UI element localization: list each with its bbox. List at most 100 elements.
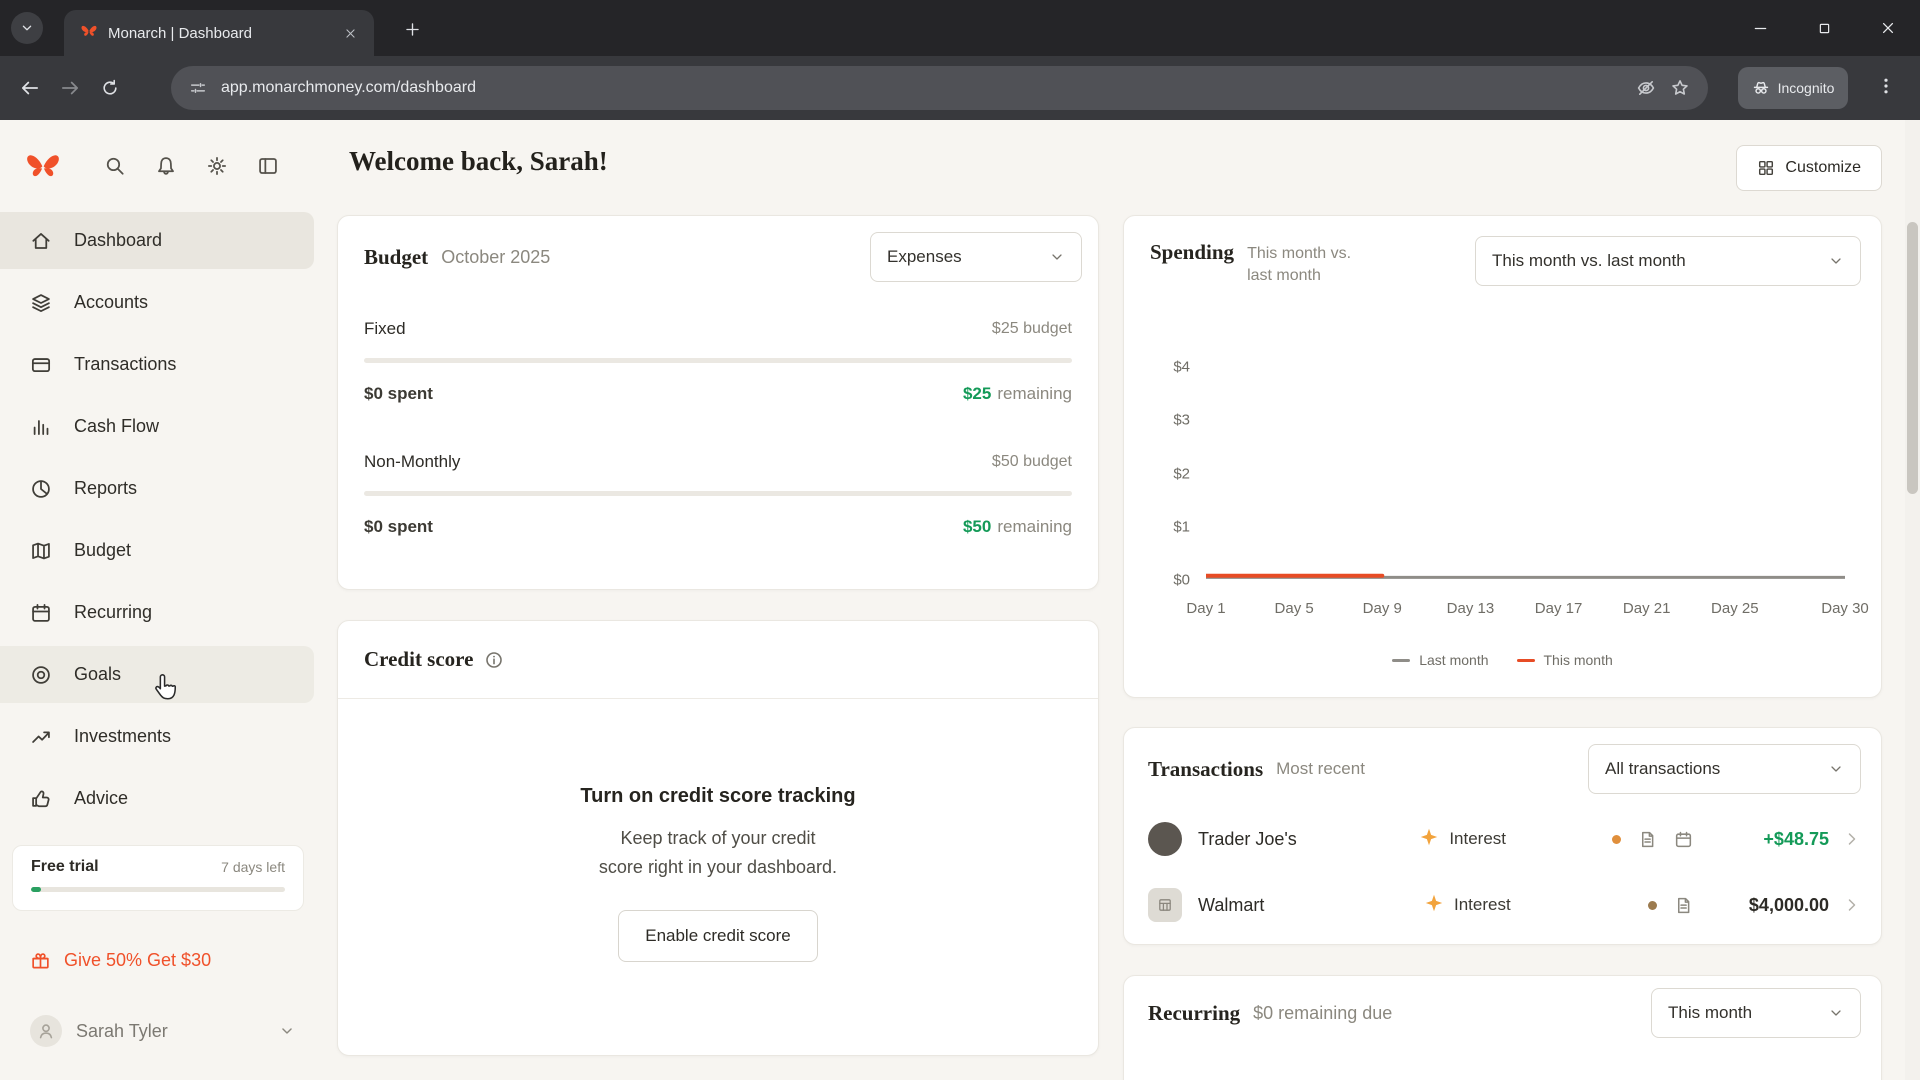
browser-tab[interactable]: Monarch | Dashboard bbox=[64, 10, 374, 56]
budget-filter-dropdown[interactable]: Expenses bbox=[870, 232, 1082, 282]
spending-subtitle: This month vs. last month bbox=[1247, 240, 1351, 288]
txn-category[interactable]: Interest bbox=[1419, 827, 1612, 852]
transactions-filter-dropdown[interactable]: All transactions bbox=[1588, 744, 1861, 794]
sidebar-item-transactions[interactable]: Transactions bbox=[0, 336, 314, 393]
legend-swatch bbox=[1517, 659, 1535, 662]
x-tick-label: Day 21 bbox=[1623, 600, 1671, 617]
spending-chart: $4$3$2$1$0 bbox=[1150, 367, 1845, 580]
layers-icon bbox=[30, 292, 52, 314]
credit-description-line2: score right in your dashboard. bbox=[338, 853, 1098, 882]
sidebar-toggle-icon[interactable] bbox=[257, 155, 279, 177]
receipt-icon[interactable] bbox=[1674, 896, 1693, 915]
budget-filter-label: Expenses bbox=[887, 247, 962, 267]
back-button[interactable] bbox=[10, 68, 50, 108]
minimize-button[interactable] bbox=[1728, 0, 1792, 56]
budget-group-non-monthly[interactable]: Non-Monthly $50 budget $0 spent $50remai… bbox=[338, 451, 1098, 538]
recurring-card: Recurring $0 remaining due This month bbox=[1123, 975, 1882, 1080]
close-button[interactable] bbox=[1856, 0, 1920, 56]
scrollbar-thumb[interactable] bbox=[1907, 222, 1918, 494]
sidebar-item-budget[interactable]: Budget bbox=[0, 522, 314, 579]
spending-range-dropdown[interactable]: This month vs. last month bbox=[1475, 236, 1861, 286]
y-tick-label: $4 bbox=[1173, 359, 1190, 376]
referral-promo-link[interactable]: Give 50% Get $30 bbox=[30, 950, 211, 971]
chevron-right-icon[interactable] bbox=[1843, 896, 1861, 914]
bell-icon[interactable] bbox=[155, 155, 177, 177]
budget-remaining-label: remaining bbox=[997, 517, 1072, 536]
sidebar-item-label: Accounts bbox=[74, 292, 148, 313]
budget-group-fixed[interactable]: Fixed $25 budget $0 spent $25remaining bbox=[338, 318, 1098, 405]
bookmark-star-icon[interactable] bbox=[1670, 78, 1690, 98]
spending-subtitle-line1: This month vs. bbox=[1247, 243, 1351, 265]
sidebar-item-accounts[interactable]: Accounts bbox=[0, 274, 314, 331]
sidebar-item-investments[interactable]: Investments bbox=[0, 708, 314, 765]
x-tick-label: Day 5 bbox=[1275, 600, 1314, 617]
home-icon bbox=[30, 230, 52, 252]
recurring-subtitle: $0 remaining due bbox=[1253, 1003, 1392, 1024]
eye-off-icon[interactable] bbox=[1636, 78, 1656, 98]
tab-search-button[interactable] bbox=[11, 12, 43, 44]
maximize-button[interactable] bbox=[1792, 0, 1856, 56]
calendar-icon bbox=[30, 602, 52, 624]
map-icon bbox=[30, 540, 52, 562]
recurring-header: Recurring $0 remaining due This month bbox=[1124, 976, 1881, 1038]
reload-button[interactable] bbox=[90, 68, 130, 108]
x-tick-label: Day 13 bbox=[1447, 600, 1495, 617]
credit-score-card: Credit score Turn on credit score tracki… bbox=[337, 620, 1099, 1056]
chevron-right-icon[interactable] bbox=[1843, 830, 1861, 848]
spending-title: Spending bbox=[1150, 240, 1234, 265]
budget-group-budget: $25 budget bbox=[992, 320, 1072, 338]
sidebar-item-advice[interactable]: Advice bbox=[0, 770, 314, 827]
receipt-icon[interactable] bbox=[1638, 830, 1657, 849]
free-trial-card[interactable]: Free trial 7 days left bbox=[12, 845, 304, 911]
forward-button[interactable] bbox=[50, 68, 90, 108]
search-icon[interactable] bbox=[104, 155, 126, 177]
txn-row[interactable]: Trader Joe's Interest +$48.75 bbox=[1124, 806, 1881, 872]
enable-credit-score-button[interactable]: Enable credit score bbox=[618, 910, 818, 962]
budget-card-header: Budget October 2025 Expenses bbox=[338, 216, 1098, 282]
budget-group-name: Fixed bbox=[364, 319, 406, 339]
user-name: Sarah Tyler bbox=[76, 1021, 264, 1042]
customize-button[interactable]: Customize bbox=[1736, 145, 1882, 191]
budget-period: October 2025 bbox=[441, 247, 550, 268]
sidebar-item-dashboard[interactable]: Dashboard bbox=[0, 212, 314, 269]
txn-category[interactable]: Interest bbox=[1424, 893, 1620, 918]
site-info-icon[interactable] bbox=[189, 79, 207, 97]
monarch-logo-icon[interactable] bbox=[24, 147, 62, 185]
user-menu[interactable]: Sarah Tyler bbox=[30, 1015, 296, 1047]
chevron-down-icon bbox=[278, 1022, 296, 1040]
monarch-favicon bbox=[80, 22, 98, 45]
gear-icon[interactable] bbox=[206, 155, 228, 177]
chevron-down-icon bbox=[19, 20, 35, 36]
spending-range-label: This month vs. last month bbox=[1492, 251, 1686, 271]
budget-group-budget: $50 budget bbox=[992, 453, 1072, 471]
tab-close-icon[interactable] bbox=[338, 21, 362, 45]
info-icon[interactable] bbox=[484, 650, 504, 670]
txn-amount: $4,000.00 bbox=[1721, 895, 1829, 916]
transactions-list: Trader Joe's Interest +$48.75 Walmart bbox=[1124, 806, 1881, 938]
thumbs-up-icon bbox=[30, 788, 52, 810]
txn-row[interactable]: Walmart Interest $4,000.00 bbox=[1124, 872, 1881, 938]
incognito-icon bbox=[1752, 79, 1770, 97]
sidebar-item-goals[interactable]: Goals bbox=[0, 646, 314, 703]
sidebar-item-label: Dashboard bbox=[74, 230, 162, 251]
credit-score-body: Turn on credit score tracking Keep track… bbox=[338, 699, 1098, 962]
transactions-title: Transactions bbox=[1148, 757, 1263, 782]
tab-title: Monarch | Dashboard bbox=[108, 25, 328, 42]
calendar-icon[interactable] bbox=[1674, 830, 1693, 849]
sidebar-item-label: Reports bbox=[74, 478, 137, 499]
chevron-down-icon bbox=[1049, 249, 1065, 265]
sidebar-item-recurring[interactable]: Recurring bbox=[0, 584, 314, 641]
txn-amount: +$48.75 bbox=[1721, 829, 1829, 850]
sidebar-item-reports[interactable]: Reports bbox=[0, 460, 314, 517]
merchant-name: Walmart bbox=[1198, 895, 1264, 916]
address-bar[interactable]: app.monarchmoney.com/dashboard bbox=[171, 66, 1708, 110]
sidebar-item-cash-flow[interactable]: Cash Flow bbox=[0, 398, 314, 455]
recurring-range-dropdown[interactable]: This month bbox=[1651, 988, 1861, 1038]
browser-menu-icon[interactable] bbox=[1876, 76, 1896, 101]
legend-swatch bbox=[1392, 659, 1410, 662]
chevron-down-icon bbox=[1828, 1005, 1844, 1021]
new-tab-button[interactable] bbox=[398, 15, 426, 43]
credit-description-line1: Keep track of your credit bbox=[338, 824, 1098, 853]
credit-headline: Turn on credit score tracking bbox=[338, 785, 1098, 808]
browser-chrome: Monarch | Dashboard app.monarchmoney.com… bbox=[0, 0, 1920, 120]
